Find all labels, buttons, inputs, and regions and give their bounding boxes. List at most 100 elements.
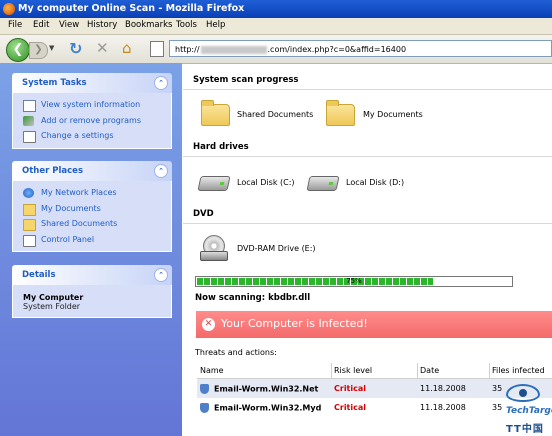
scan-progress-heading: System scan progress [193,75,299,85]
url-redacted [200,45,267,54]
col-header-date[interactable]: Date [417,363,489,379]
threats-heading: Threats and actions: [195,348,277,357]
link-control-panel[interactable]: Control Panel [23,232,171,248]
history-dropdown-icon[interactable]: ▼ [49,44,54,52]
link-label: My Documents [41,203,101,213]
control-panel-icon [23,234,36,247]
other-places-header[interactable]: Other Places ⌃ [12,161,172,181]
link-my-network-places[interactable]: My Network Places [23,185,171,201]
network-icon [23,188,34,198]
drive-icon[interactable] [306,176,340,191]
home-icon[interactable]: ⌂ [122,39,132,57]
techtarget-eye-logo [506,384,540,402]
table-row[interactable]: Email-Worm.Win32.Net Critical 11.18.2008… [197,378,552,398]
infected-alert-text: Your Computer is Infected! [221,317,368,330]
url-suffix: .com/index.php?c=0&affid=16400 [267,45,407,54]
page-icon [150,41,164,57]
scan-progress-bar: 75% [195,276,513,287]
column-divider [417,363,418,378]
infected-alert-banner: ✕ Your Computer is Infected! [196,311,552,338]
folder-my-documents[interactable]: My Documents [363,110,423,119]
watermark-brand: TechTarget [506,406,552,416]
link-my-documents[interactable]: My Documents [23,201,171,217]
collapse-chevron-icon[interactable]: ⌃ [154,268,168,282]
folder-shared-documents[interactable]: Shared Documents [237,110,313,119]
navigation-toolbar: ❮ ❯ ▼ ↻ ✕ ⌂ http:// .com/index.php?c=0&af… [0,35,552,64]
my-documents-icon [23,203,36,216]
menu-view[interactable]: View [59,20,79,30]
menu-tools[interactable]: Tools [176,20,197,30]
link-add-remove-programs[interactable]: Add or remove programs [23,113,171,129]
threat-name: Email-Worm.Win32.Myd [214,403,322,412]
details-sub: System Folder [23,302,81,311]
col-header-risk[interactable]: Risk level [331,363,417,379]
link-label: Shared Documents [41,219,118,228]
threat-date: 11.18.2008 [420,403,466,412]
scan-progress-text: 75% [346,277,362,285]
link-label: View system information [41,100,141,109]
drive-icon[interactable] [197,176,231,191]
threat-name: Email-Worm.Win32.Net [214,384,319,393]
link-change-settings[interactable]: Change a settings [23,128,171,144]
menu-help[interactable]: Help [206,20,225,30]
folder-icon[interactable] [201,100,230,126]
link-label: Add or remove programs [41,115,141,125]
reload-icon[interactable]: ↻ [69,39,82,58]
details-panel: Details ⌃ My Computer System Folder [12,265,172,318]
column-divider [489,363,490,378]
dvd-heading: DVD [193,209,214,219]
link-label: Control Panel [41,234,95,244]
threat-risk: Critical [334,403,367,412]
divider [183,223,552,224]
url-prefix: http:// [175,45,200,54]
other-places-panel: Other Places ⌃ My Network Places My Docu… [12,161,172,252]
back-arrow-icon[interactable]: ❮ [6,38,30,62]
window-title: My computer Online Scan - Mozilla Firefo… [18,3,245,14]
add-remove-icon [23,115,34,126]
threat-risk: Critical [331,378,417,398]
system-tasks-panel: System Tasks ⌃ View system information A… [12,73,172,149]
stop-icon[interactable]: ✕ [96,39,109,57]
menu-edit[interactable]: Edit [33,20,49,30]
menu-history[interactable]: History [87,20,117,30]
details-header[interactable]: Details ⌃ [12,265,172,285]
column-divider [331,363,332,378]
drive-local-c[interactable]: Local Disk (C:) [237,178,295,187]
link-label: Change a settings [41,131,114,140]
system-tasks-header[interactable]: System Tasks ⌃ [12,73,172,93]
threat-date: 11.18.2008 [417,378,489,398]
dvd-drive-e[interactable]: DVD-RAM Drive (E:) [237,244,316,253]
window-title-bar: My computer Online Scan - Mozilla Firefo… [0,0,552,18]
link-shared-documents[interactable]: Shared Documents [23,216,171,232]
system-info-icon [23,100,36,112]
hard-drives-heading: Hard drives [193,142,249,152]
details-name: My Computer [23,293,84,302]
collapse-chevron-icon[interactable]: ⌃ [154,164,168,178]
menu-file[interactable]: File [8,20,22,30]
dvd-drive-base-icon [200,251,228,261]
col-header-name[interactable]: Name [197,363,331,379]
url-bar[interactable]: http:// .com/index.php?c=0&affid=16400 [169,40,552,57]
firefox-icon [3,3,15,15]
folder-icon[interactable] [326,100,355,126]
divider [183,89,552,90]
threats-table: Name Risk level Date Files infected Emai… [197,363,552,417]
forward-arrow-icon[interactable]: ❯ [29,42,48,59]
collapse-chevron-icon[interactable]: ⌃ [154,76,168,90]
now-scanning-text: Now scanning: kbdbr.dll [195,293,311,303]
menu-bookmarks[interactable]: Bookmarks [125,20,173,30]
shield-icon [200,402,209,413]
divider [183,156,552,157]
watermark-sub: TT中国 [506,424,544,435]
link-view-system-info[interactable]: View system information [23,97,171,113]
shield-icon [200,383,209,394]
system-tasks-title: System Tasks [22,78,87,88]
drive-local-d[interactable]: Local Disk (D:) [346,178,404,187]
table-row[interactable]: Email-Worm.Win32.Myd Critical 11.18.2008… [197,398,552,417]
col-header-files[interactable]: Files infected [489,363,552,379]
settings-icon [23,131,36,143]
x-circle-icon: ✕ [202,318,215,331]
details-title: Details [22,270,56,280]
left-task-pane: System Tasks ⌃ View system information A… [0,63,182,436]
menu-bar: File Edit View History Bookmarks Tools H… [0,18,552,35]
